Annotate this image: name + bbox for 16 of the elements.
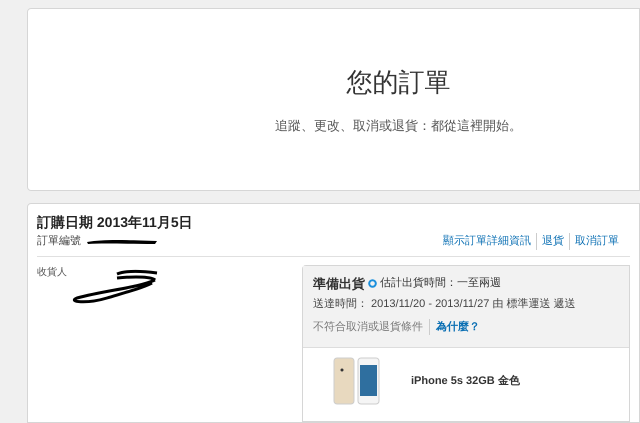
shipping-estimate: 估計出貨時間：一至兩週 — [380, 276, 501, 291]
shipment-status: 準備出貨 — [313, 274, 365, 293]
order-date: 訂購日期 2013年11月5日 — [37, 213, 194, 232]
product-name: iPhone 5s 32GB 金色 — [411, 374, 520, 389]
return-eligibility-note: 不符合取消或退貨條件 — [313, 318, 430, 335]
status-dot-icon — [368, 278, 377, 288]
recipient-label: 收貨人 — [37, 266, 68, 280]
order-action-link[interactable]: 退貨 — [536, 233, 569, 250]
order-action-link[interactable]: 顯示訂單詳細資訊 — [438, 233, 536, 250]
why-link[interactable]: 為什麼？ — [436, 318, 480, 335]
page-title: 您的訂單 — [346, 66, 450, 100]
order-number-label: 訂單編號 — [37, 234, 81, 249]
delivery-time: 送達時間： 2013/11/20 - 2013/11/27 由 標準運送 遞送 — [313, 297, 576, 312]
page-subtitle: 追蹤、更改、取消或退貨：都從這裡開始。 — [275, 117, 522, 136]
phone-drawing — [333, 356, 381, 406]
order-action-link[interactable]: 取消訂單 — [569, 233, 624, 250]
